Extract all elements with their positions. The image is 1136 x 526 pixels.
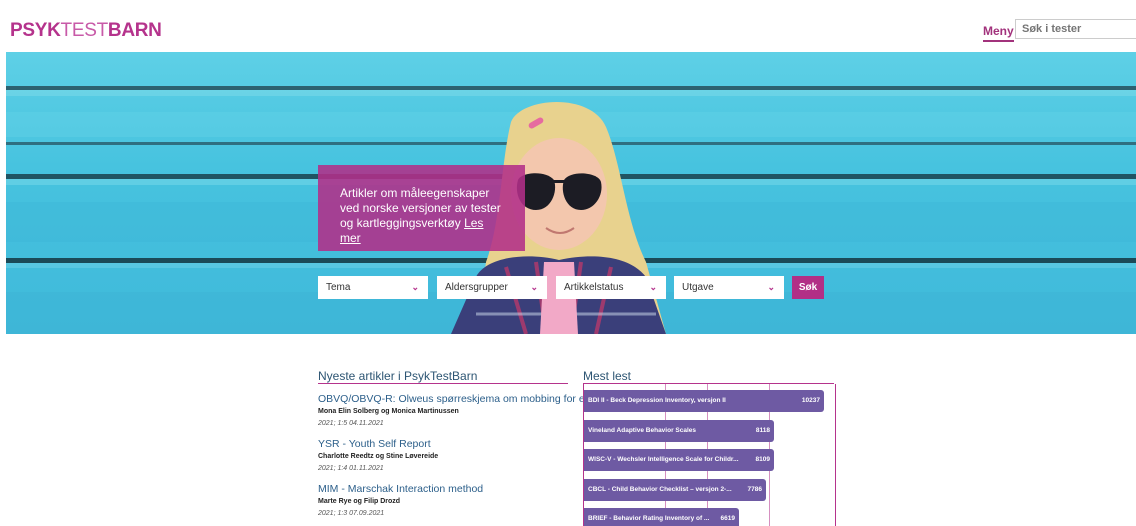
- newest-articles-title: Nyeste artikler i PsykTestBarn: [318, 369, 478, 383]
- chart-bar[interactable]: Vineland Adaptive Behavior Scales 8118: [584, 419, 774, 442]
- filter-age-label: Aldersgrupper: [445, 282, 508, 293]
- chevron-down-icon: ⌄: [530, 282, 538, 292]
- chart-bar-value: 7786: [747, 485, 762, 493]
- chart-bar-label: Vineland Adaptive Behavior Scales: [588, 426, 697, 434]
- chart-bar[interactable]: BRIEF - Behavior Rating Inventory of ...…: [584, 508, 739, 526]
- article-meta: 2021; 1:5 04.11.2021: [318, 420, 384, 427]
- promo-box: Artikler om måleegenskaper ved norske ve…: [318, 165, 525, 251]
- chart-bar-label: BRIEF - Behavior Rating Inventory of ...: [588, 515, 710, 522]
- chart-bar-label: CBCL - Child Behavior Checklist – versjo…: [588, 485, 732, 493]
- article-meta: 2021; 1:3 07.09.2021: [318, 510, 385, 517]
- most-read-title: Mest lest: [583, 369, 632, 383]
- chart-bar-value: 8109: [755, 456, 770, 463]
- chevron-down-icon: ⌄: [649, 282, 657, 292]
- chart-bar-label: WISC-V - Wechsler Intelligence Scale for…: [588, 456, 739, 463]
- site-header: PSYKTESTBARN Meny: [0, 0, 1136, 50]
- newest-divider: [318, 383, 568, 384]
- test-search-input[interactable]: [1015, 19, 1136, 39]
- hero-banner: Artikler om måleegenskaper ved norske ve…: [6, 52, 1136, 334]
- filter-edition-label: Utgave: [682, 282, 714, 293]
- chevron-down-icon: ⌄: [411, 282, 419, 292]
- chart-bar-value: 8118: [755, 426, 770, 434]
- chart-bar-value: 10237: [801, 397, 820, 404]
- filter-status-label: Artikkelstatus: [564, 282, 624, 293]
- article-meta: 2021; 1:4 01.11.2021: [318, 465, 384, 472]
- article-title-link[interactable]: YSR - Youth Self Report: [318, 438, 431, 450]
- logo-part-test: TEST: [60, 20, 109, 41]
- filter-age-select[interactable]: Aldersgrupper ⌄: [437, 276, 547, 299]
- filter-theme-label: Tema: [326, 282, 351, 293]
- article-authors: Marte Rye og Filip Drozd: [318, 498, 401, 505]
- search-button[interactable]: Søk: [792, 276, 824, 299]
- chart-bar[interactable]: WISC-V - Wechsler Intelligence Scale for…: [584, 449, 774, 471]
- chevron-down-icon: ⌄: [767, 282, 775, 292]
- logo-part-psyk: PSYK: [10, 20, 61, 41]
- chart-bar-value: 6619: [720, 515, 735, 522]
- chart-bar[interactable]: BDI II - Beck Depression Inventory, vers…: [584, 390, 824, 412]
- site-logo[interactable]: PSYKTESTBARN: [10, 20, 162, 42]
- menu-link[interactable]: Meny: [983, 24, 1014, 42]
- filter-edition-select[interactable]: Utgave ⌄: [674, 276, 784, 299]
- chart-bar[interactable]: CBCL - Child Behavior Checklist – versjo…: [584, 478, 766, 501]
- chart-bar-label: BDI II - Beck Depression Inventory, vers…: [588, 397, 726, 404]
- filter-theme-select[interactable]: Tema ⌄: [318, 276, 428, 299]
- article-title-link[interactable]: OBVQ/OBVQ-R: Olweus spørreskjema om mobb…: [318, 393, 607, 405]
- most-read-chart: BDI II - Beck Depression Inventory, vers…: [583, 384, 836, 526]
- filter-status-select[interactable]: Artikkelstatus ⌄: [556, 276, 666, 299]
- logo-part-barn: BARN: [107, 20, 162, 41]
- article-title-link[interactable]: MIM - Marschak Interaction method: [318, 483, 483, 495]
- article-authors: Charlotte Reedtz og Stine Løvereide: [318, 453, 439, 460]
- article-authors: Mona Elin Solberg og Monica Martinussen: [318, 408, 459, 415]
